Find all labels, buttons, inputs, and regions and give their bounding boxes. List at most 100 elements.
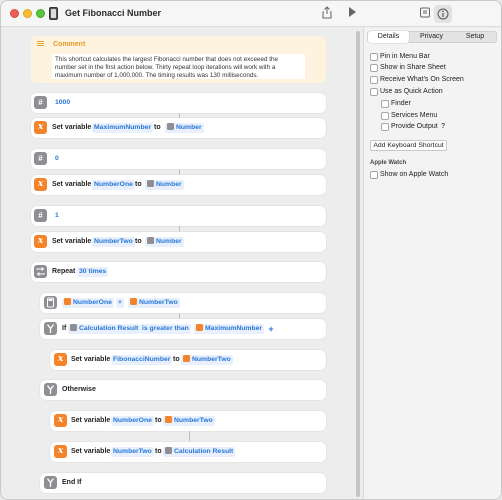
share-icon[interactable]	[319, 6, 335, 22]
shortcuts-window: Get Fibonacci Number Comment This shortc…	[0, 0, 502, 500]
input-name: NumberTwo	[192, 356, 231, 363]
variable-name[interactable]: MaximumNumber	[92, 123, 154, 133]
input-name: Calculation Result	[79, 325, 139, 332]
apple-watch-label: Show on Apple Watch	[380, 171, 449, 178]
zoom-window-button[interactable]	[36, 9, 45, 18]
comment-heading: Comment	[53, 41, 86, 48]
number-mini-icon	[147, 180, 154, 187]
variable-input[interactable]: NumberTwo	[163, 416, 215, 426]
variable-name[interactable]: NumberOne	[111, 416, 154, 426]
comment-text[interactable]: This shortcut calculates the largest Fib…	[52, 54, 305, 79]
minimize-window-button[interactable]	[23, 9, 32, 18]
action-label: If	[62, 325, 67, 332]
input-name: NumberTwo	[174, 417, 213, 424]
variable-mini-icon	[165, 416, 172, 423]
close-window-button[interactable]	[10, 9, 19, 18]
variable-input[interactable]: Number	[165, 123, 204, 133]
variable-name[interactable]: FibonacciNumber	[111, 355, 173, 365]
variable-x-icon: x	[54, 414, 67, 427]
to-label: to	[135, 238, 142, 245]
input-name: Calculation Result	[174, 448, 234, 455]
tab-setup[interactable]: Setup	[454, 31, 496, 43]
operator[interactable]: +	[116, 298, 124, 308]
number-sign-icon: #	[34, 209, 47, 222]
to-label: to	[135, 181, 142, 188]
help-icon[interactable]: ?	[441, 123, 445, 130]
comment-line: number set in the first action below. Th…	[55, 64, 276, 71]
play-icon[interactable]	[344, 6, 360, 22]
variable-name[interactable]: NumberTwo	[111, 447, 154, 457]
if-value[interactable]: MaximumNumber	[194, 324, 265, 334]
number-action[interactable]	[31, 206, 326, 226]
operand-name: NumberOne	[73, 299, 112, 306]
operand-a[interactable]: NumberOne	[62, 298, 114, 308]
add-condition-button[interactable]: +	[266, 324, 276, 334]
add-keyboard-shortcut-button[interactable]: Add Keyboard Shortcut	[370, 140, 447, 151]
apple-watch-heading: Apple Watch	[370, 160, 407, 166]
to-label: to	[155, 417, 162, 424]
services-menu-label: Services Menu	[391, 112, 438, 119]
title-bar: Get Fibonacci Number	[1, 1, 501, 27]
action-label: Set variable	[52, 238, 92, 245]
number-sign-icon: #	[34, 152, 47, 165]
variable-mini-icon	[64, 298, 71, 305]
number-value[interactable]: 1000	[53, 98, 72, 108]
variable-input[interactable]: NumberTwo	[181, 355, 233, 365]
apple-watch-checkbox[interactable]	[370, 171, 378, 179]
comment-icon	[37, 41, 44, 47]
number-value[interactable]: 1	[53, 211, 61, 221]
action-label: Set variable	[71, 417, 111, 424]
action-label: Repeat	[52, 268, 76, 275]
pin-menu-bar-checkbox[interactable]	[370, 53, 378, 61]
if-input[interactable]: Calculation Result	[68, 324, 141, 334]
action-label: Set variable	[52, 124, 92, 131]
editor-scrollbar[interactable]	[356, 31, 360, 497]
end-if-action[interactable]	[40, 473, 326, 493]
number-sign-icon: #	[34, 96, 47, 109]
library-icon[interactable]	[417, 6, 433, 22]
action-label: Otherwise	[62, 386, 96, 393]
variable-mini-icon	[196, 324, 203, 331]
share-sheet-checkbox[interactable]	[370, 64, 378, 72]
operand-name: NumberTwo	[139, 299, 178, 306]
services-menu-checkbox[interactable]	[381, 112, 389, 120]
shortcut-phone-icon[interactable]	[49, 7, 58, 20]
to-label: to	[173, 356, 180, 363]
number-action[interactable]	[31, 149, 326, 169]
provide-output-label: Provide Output	[391, 123, 438, 130]
variable-mini-icon	[130, 298, 137, 305]
variable-x-icon: x	[34, 235, 47, 248]
finder-label: Finder	[391, 100, 411, 107]
finder-checkbox[interactable]	[381, 100, 389, 108]
input-name: Number	[156, 181, 182, 188]
variable-input[interactable]: Calculation Result	[163, 447, 236, 457]
tab-privacy[interactable]: Privacy	[410, 31, 453, 43]
variable-input[interactable]: Number	[145, 180, 184, 190]
share-sheet-label: Show in Share Sheet	[380, 64, 446, 71]
tab-details[interactable]: Details	[368, 31, 409, 43]
details-sidebar	[363, 28, 501, 499]
operand-b[interactable]: NumberTwo	[128, 298, 180, 308]
if-condition[interactable]: is greater than	[140, 324, 191, 334]
action-label: Set variable	[71, 356, 111, 363]
number-mini-icon	[147, 237, 154, 244]
provide-output-checkbox[interactable]	[381, 123, 389, 131]
number-mini-icon	[167, 123, 174, 130]
branch-icon	[44, 476, 57, 489]
quick-action-checkbox[interactable]	[370, 88, 378, 96]
variable-name[interactable]: NumberOne	[92, 180, 135, 190]
variable-x-icon: x	[54, 353, 67, 366]
repeat-count[interactable]: 30 times	[77, 267, 109, 277]
info-icon[interactable]	[434, 5, 452, 23]
window-title: Get Fibonacci Number	[65, 8, 162, 18]
variable-input[interactable]: Number	[145, 237, 184, 247]
number-action[interactable]	[31, 93, 326, 113]
value-name: MaximumNumber	[205, 325, 263, 332]
variable-mini-icon	[183, 355, 190, 362]
repeat-icon	[34, 265, 47, 278]
receive-screen-label: Receive What's On Screen	[380, 76, 464, 83]
input-name: Number	[156, 238, 182, 245]
receive-screen-checkbox[interactable]	[370, 76, 378, 84]
number-value[interactable]: 0	[53, 154, 61, 164]
variable-name[interactable]: NumberTwo	[92, 237, 135, 247]
